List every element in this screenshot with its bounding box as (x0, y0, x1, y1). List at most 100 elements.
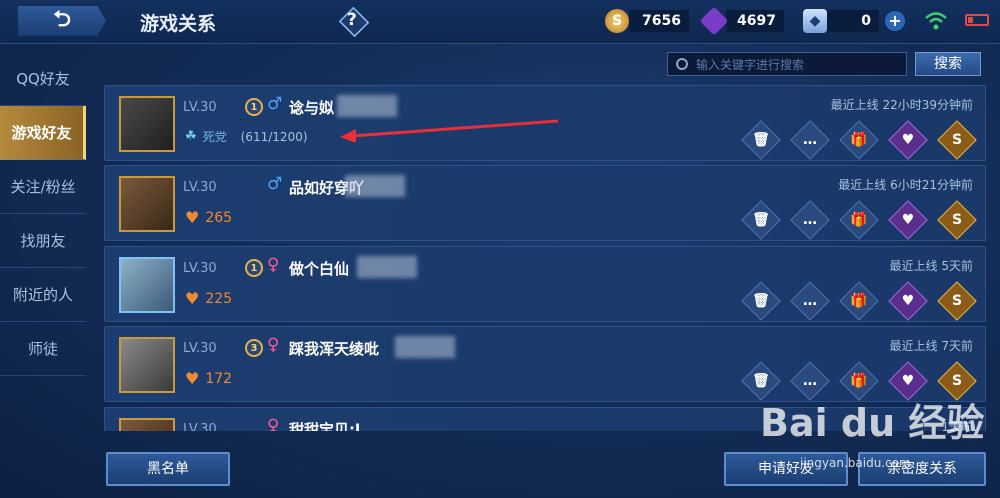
sidebar-item-mentor[interactable]: 师徒 (0, 322, 86, 376)
chat-icon[interactable]: … (792, 283, 828, 319)
avatar[interactable] (119, 337, 175, 393)
heart-glyph: ♥ (901, 212, 915, 228)
coin-value: 7656 (629, 10, 689, 32)
bond-icon: ☘ (185, 129, 197, 144)
level-label: LV.30 (183, 261, 217, 276)
intimacy-number: 225 (205, 290, 233, 307)
search-input[interactable]: 输入关键字进行搜索 (667, 52, 907, 76)
sidebar-item-qq-friends[interactable]: QQ好友 (0, 52, 86, 106)
female-icon: ♀ (267, 416, 280, 431)
row-actions: 🗑 … 🎁 ♥ S (730, 283, 975, 319)
help-label: ? (347, 10, 357, 30)
sidebar-item-game-friends[interactable]: 游戏好友 (0, 106, 86, 160)
chat-icon[interactable]: … (792, 202, 828, 238)
blacklist-button[interactable]: 黑名单 (106, 452, 230, 486)
sidebar-item-find-friends[interactable]: 找朋友 (0, 214, 86, 268)
row-actions: 🗑 … 🎁 ♥ S (730, 202, 975, 238)
last-online: 最近上线 6小时21分钟前 (838, 178, 973, 192)
coin-glyph: S (951, 212, 963, 228)
back-arrow-icon: ⮌ (53, 7, 71, 32)
female-icon: ♀ (267, 255, 280, 275)
coin-glyph: S (951, 373, 963, 389)
heart-card-icon[interactable]: ♥ (890, 283, 926, 319)
heart-card-icon[interactable]: ♥ (890, 122, 926, 158)
avatar[interactable] (119, 257, 175, 313)
gift-icon[interactable]: 🎁 (841, 122, 877, 158)
trash-icon[interactable]: 🗑 (743, 283, 779, 319)
search-icon (676, 58, 688, 70)
diamond-icon (699, 6, 729, 36)
row-actions: 🗑 … 🎁 ♥ S (730, 122, 975, 158)
relation-label: 死党 (202, 130, 227, 144)
heart-icon: ♥ (185, 208, 200, 227)
gift-glyph: 🎁 (850, 293, 868, 309)
intimacy-value: ♥ 225 (185, 289, 232, 308)
trash-glyph: 🗑 (752, 132, 770, 148)
heart-icon: ♥ (185, 369, 200, 388)
intimacy-value: ♥ 265 (185, 208, 232, 227)
chat-glyph: … (803, 293, 817, 309)
coin-balance: S 7656 (605, 9, 689, 33)
trash-icon[interactable]: 🗑 (743, 202, 779, 238)
friend-row[interactable]: LV.30 1 ♀ 做个白仙 ♥ 225 最近上线 5天前 🗑 … 🎁 ♥ S (104, 246, 986, 322)
top-bar: ⮌ 游戏关系 ? S 7656 4697 ◆ 0 + (0, 0, 1000, 44)
rank-badge-icon: 1 (245, 98, 263, 116)
player-name: 踩我浑天绫吡 (289, 340, 380, 358)
ticket-icon: ◆ (803, 9, 827, 33)
relation-progress: (611/1200) (240, 129, 308, 144)
player-name: 甜甜宝贝:l (289, 421, 361, 431)
friend-row[interactable]: LV.30 3 ♀ 踩我浑天绫吡 ♥ 172 最近上线 7天前 🗑 … 🎁 ♥ … (104, 326, 986, 402)
heart-glyph: ♥ (901, 293, 915, 309)
level-label: LV.30 (183, 341, 217, 356)
sidebar: QQ好友 游戏好友 关注/粉丝 找朋友 附近的人 师徒 (0, 52, 92, 392)
gift-glyph: 🎁 (850, 373, 868, 389)
sidebar-item-follow-fans[interactable]: 关注/粉丝 (0, 160, 86, 214)
heart-glyph: ♥ (901, 132, 915, 148)
level-label: LV.30 (183, 422, 217, 431)
gift-glyph: 🎁 (850, 212, 868, 228)
sidebar-item-nearby[interactable]: 附近的人 (0, 268, 86, 322)
rank-badge-icon: 1 (245, 259, 263, 277)
chat-icon[interactable]: … (792, 122, 828, 158)
coin-s-icon[interactable]: S (939, 202, 975, 238)
search-button[interactable]: 搜索 (915, 52, 981, 76)
coin-icon: S (605, 9, 629, 33)
avatar[interactable] (119, 176, 175, 232)
trash-glyph: 🗑 (752, 212, 770, 228)
back-button[interactable]: ⮌ (18, 6, 106, 36)
redaction-blur (395, 336, 455, 358)
watermark-logo: Bai du 经验 (760, 401, 985, 445)
level-label: LV.30 (183, 180, 217, 195)
heart-icon: ♥ (185, 289, 200, 308)
trash-glyph: 🗑 (752, 373, 770, 389)
coin-glyph: S (951, 293, 963, 309)
gem-value: 4697 (726, 10, 784, 32)
player-name: 做个白仙 (289, 260, 350, 278)
last-online: 最近上线 22小时39分钟前 (830, 98, 973, 112)
gift-icon[interactable]: 🎁 (841, 283, 877, 319)
coin-glyph: S (951, 132, 963, 148)
ticket-value: 0 (827, 10, 879, 32)
coin-s-icon[interactable]: S (939, 283, 975, 319)
page-title: 游戏关系 (140, 13, 217, 35)
ticket-balance: ◆ 0 + (803, 9, 905, 33)
add-ticket-button[interactable]: + (885, 11, 905, 31)
heart-card-icon[interactable]: ♥ (890, 202, 926, 238)
level-label: LV.30 (183, 100, 217, 115)
heart-glyph: ♥ (901, 373, 915, 389)
relation-status: ☘ 死党 (611/1200) (185, 128, 308, 145)
friend-row[interactable]: LV.30 ♂ 品如好穿吖 ♥ 265 最近上线 6小时21分钟前 🗑 … 🎁 … (104, 165, 986, 241)
trash-icon[interactable]: 🗑 (743, 122, 779, 158)
intimacy-number: 265 (205, 209, 233, 226)
trash-glyph: 🗑 (752, 293, 770, 309)
search-placeholder: 输入关键字进行搜索 (696, 57, 805, 72)
gift-icon[interactable]: 🎁 (841, 202, 877, 238)
redaction-blur (345, 175, 405, 197)
player-name: 谂与姒 (289, 99, 335, 117)
avatar[interactable] (119, 418, 175, 431)
male-icon: ♂ (267, 174, 283, 194)
last-online: 最近上线 5天前 (889, 259, 973, 273)
avatar[interactable] (119, 96, 175, 152)
intimacy-value: ♥ 172 (185, 369, 232, 388)
coin-s-icon[interactable]: S (939, 122, 975, 158)
